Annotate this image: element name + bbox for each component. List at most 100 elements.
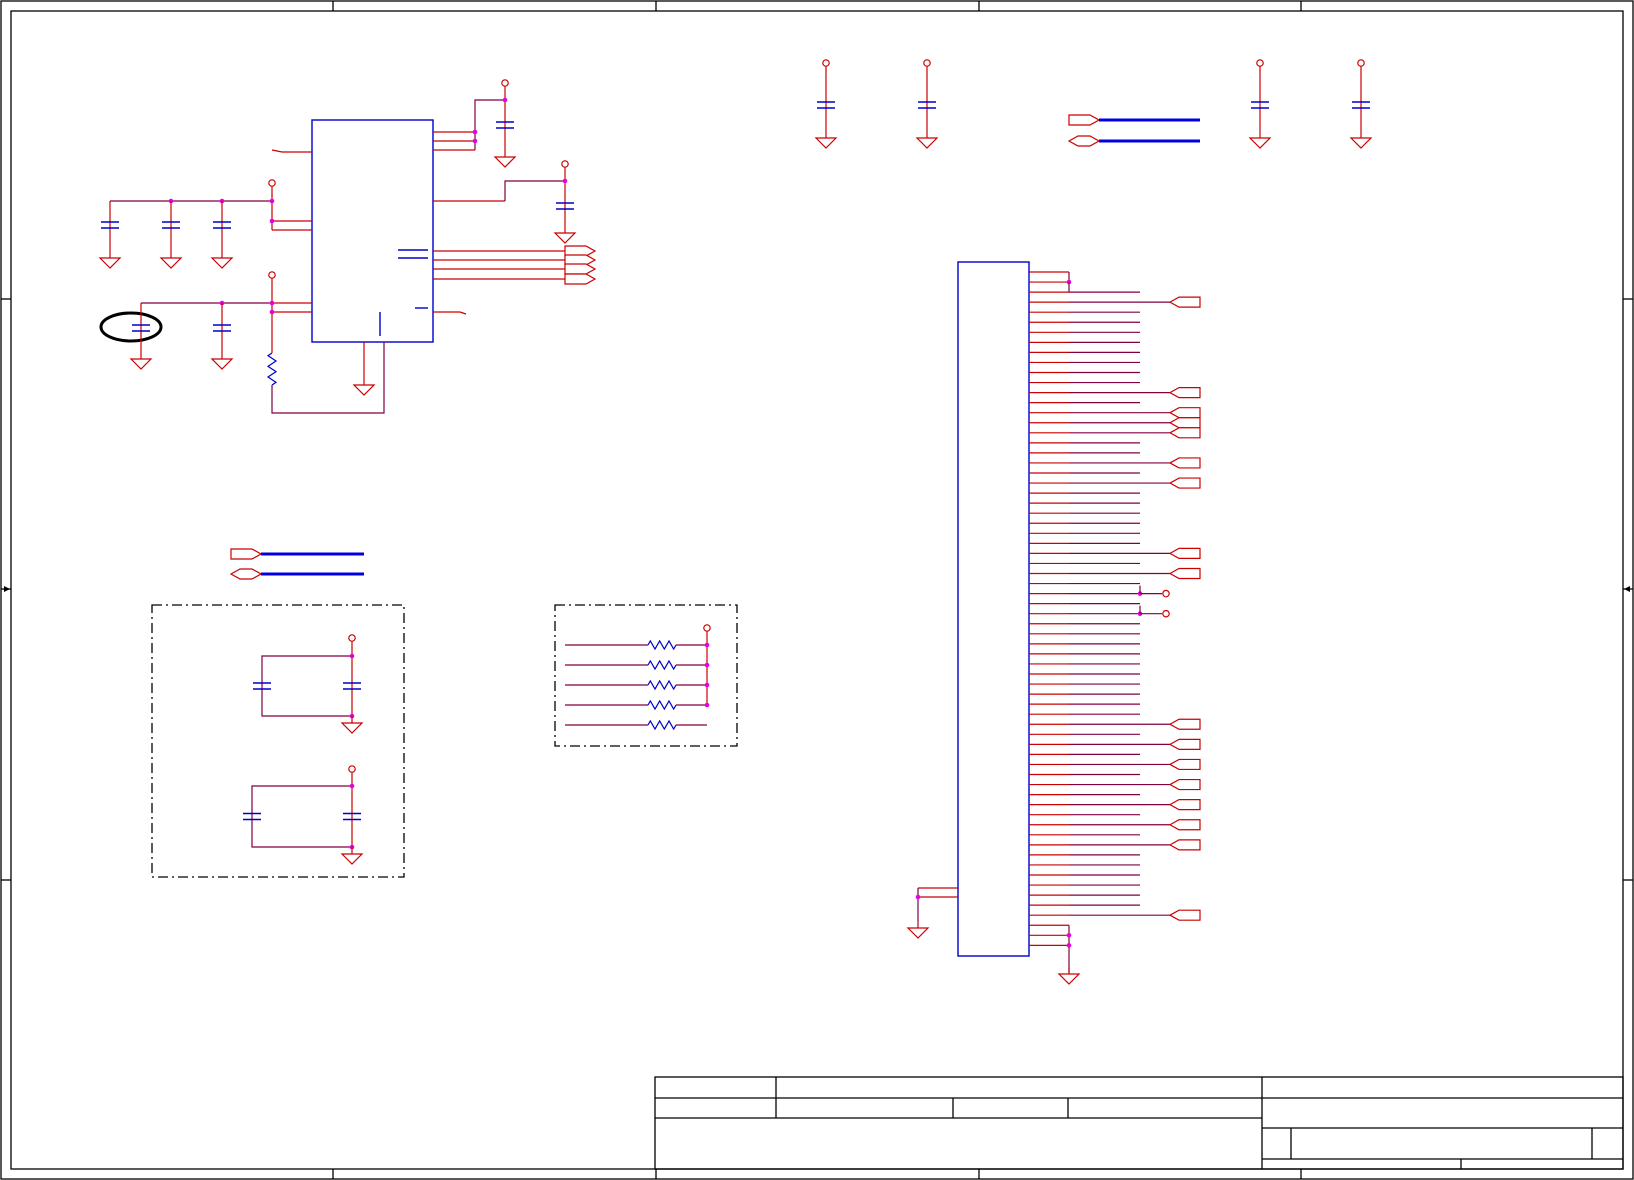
ground-icon — [352, 378, 376, 396]
schematic-canvas — [0, 0, 1634, 1180]
ground-triangle — [553, 232, 577, 244]
ic-chip-icon — [311, 119, 434, 343]
ground-triangle — [210, 257, 234, 269]
ground-triangle — [129, 358, 153, 370]
off-page-connector-icon — [1168, 778, 1201, 791]
off-page-connector-icon — [1168, 387, 1201, 399]
power-pin-icon — [348, 634, 356, 642]
power-pin-icon — [561, 160, 569, 168]
ground-triangle — [493, 156, 517, 168]
off-page-connector-icon — [1168, 477, 1201, 489]
schematic-drawing — [0, 0, 1634, 1180]
title-block — [654, 1076, 1624, 1170]
ground-icon — [129, 352, 153, 370]
resistor-icon — [647, 659, 677, 671]
power-pin-icon — [1357, 59, 1365, 67]
off-page-connector-icon — [564, 273, 597, 285]
off-page-connector-icon — [1168, 417, 1201, 429]
resistor-zigzag — [647, 659, 677, 671]
net — [261, 655, 352, 717]
ground-icon — [915, 131, 939, 149]
junction-dot — [472, 138, 478, 144]
ground-triangle — [210, 358, 234, 370]
off-page-connector-icon — [1168, 547, 1201, 560]
resistor-zigzag — [647, 679, 677, 691]
junction-dot — [1066, 943, 1072, 948]
ic-pin-stub — [459, 311, 467, 315]
junction-dot — [269, 309, 275, 315]
resistor-icon — [647, 639, 677, 651]
junction-dot — [472, 129, 478, 135]
net — [474, 99, 505, 150]
ground-triangle — [98, 257, 122, 269]
ground-icon — [98, 251, 122, 269]
junction-dot — [269, 218, 275, 224]
off-page-connector-icon — [1168, 839, 1201, 851]
ground-triangle — [159, 257, 183, 269]
highlight-ellipse — [99, 311, 163, 343]
ground-icon — [340, 716, 364, 734]
off-page-connector-icon — [1068, 114, 1101, 126]
ground-icon — [1057, 967, 1081, 985]
off-page-connector-icon — [230, 548, 263, 560]
off-page-connector-icon — [1168, 427, 1201, 439]
resistor-icon — [647, 719, 677, 731]
power-pin-icon — [1256, 59, 1264, 67]
power-pin-icon — [268, 271, 276, 279]
resistor-icon — [647, 699, 677, 711]
junction-dot — [704, 642, 710, 648]
power-pin-icon — [1162, 609, 1170, 618]
junction-dot — [704, 702, 710, 708]
off-page-connector-icon — [1168, 758, 1201, 771]
ground-icon — [1349, 131, 1373, 149]
off-page-connector-icon — [1168, 738, 1201, 750]
ground-triangle — [1349, 137, 1373, 149]
off-page-connector-icon — [1168, 457, 1201, 469]
junction-dot — [269, 300, 275, 306]
off-page-connector-icon — [1168, 296, 1201, 308]
off-page-connector-icon — [1168, 909, 1201, 921]
off-page-connector-icon — [1168, 567, 1201, 580]
ground-triangle — [1057, 973, 1081, 985]
dashed-group-boxes — [151, 604, 738, 878]
ground-triangle — [906, 927, 930, 939]
power-pin-icon — [822, 59, 830, 67]
ground-triangle — [1248, 137, 1272, 149]
connector-header-icon — [957, 261, 1030, 957]
power-pin-icon — [923, 59, 931, 67]
net — [271, 342, 385, 414]
ground-icon — [340, 847, 364, 865]
drawing-frame — [0, 0, 1634, 1180]
ground-icon — [210, 251, 234, 269]
ground-icon — [493, 150, 517, 168]
off-page-connector-icon — [1168, 799, 1201, 811]
dashed-group-decoupling — [151, 604, 405, 878]
power-pin-icon — [703, 624, 711, 632]
off-page-connector-icon — [1168, 819, 1201, 831]
junction-dot — [704, 682, 710, 688]
junction-dot — [915, 894, 921, 900]
ic-pin-stub — [271, 149, 283, 153]
frame-arrow-icon — [1624, 586, 1630, 592]
junction-dot — [269, 198, 275, 204]
junction-dot — [502, 97, 508, 103]
power-pin-icon — [1162, 589, 1170, 598]
ground-triangle — [340, 722, 364, 734]
resistor-zigzag — [647, 699, 677, 711]
junction-dot — [1066, 933, 1072, 938]
ground-icon — [814, 131, 838, 149]
junction-dot — [349, 653, 355, 659]
power-pin-icon — [501, 79, 509, 87]
net — [251, 785, 352, 848]
resistor-zigzag — [647, 719, 677, 731]
off-page-connector-icon — [1067, 135, 1101, 147]
power-pin-icon — [348, 765, 356, 773]
resistor-zigzag — [266, 352, 278, 386]
power-pin-icon — [268, 179, 276, 187]
off-page-connector-icon — [1168, 407, 1201, 419]
ground-triangle — [340, 853, 364, 865]
junction-dot — [562, 178, 568, 184]
junction-dot — [349, 783, 355, 789]
ground-icon — [906, 921, 930, 939]
off-page-connector-icon — [229, 568, 263, 580]
